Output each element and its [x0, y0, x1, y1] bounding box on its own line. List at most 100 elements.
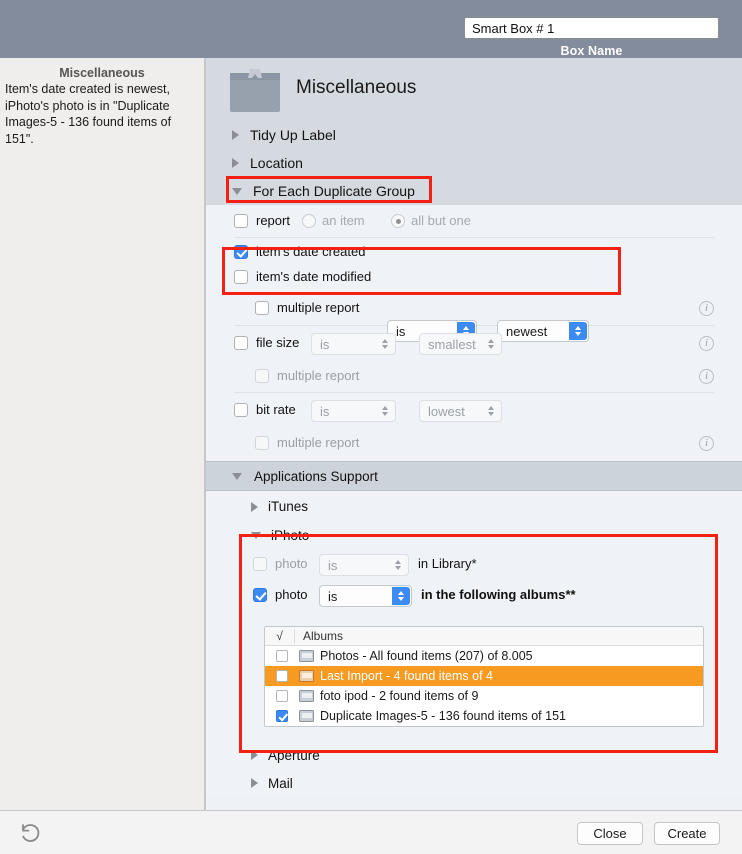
date-multiple-report-row: multiple report i [206, 291, 742, 325]
album-icon [299, 650, 314, 662]
chevron-updown-icon[interactable] [376, 402, 394, 420]
iphoto-albums-operator-select[interactable]: is [319, 585, 412, 607]
section-label: Applications Support [254, 468, 378, 484]
chevron-updown-icon[interactable] [392, 587, 410, 605]
album-icon [299, 710, 314, 722]
section-label: Tidy Up Label [250, 127, 336, 143]
smart-box-editor-window: Box Name Miscellaneous Item's date creat… [0, 0, 742, 854]
table-row[interactable]: Last Import - 4 found items of 4 [265, 666, 703, 686]
chevron-updown-icon[interactable] [482, 402, 500, 420]
box-name-caption: Box Name [560, 44, 623, 58]
chevron-right-icon[interactable] [251, 501, 258, 512]
file-size-checkbox[interactable] [234, 336, 248, 350]
iphoto-library-label: photo [275, 556, 308, 571]
chevron-down-icon[interactable] [232, 472, 242, 480]
multiple-report-checkbox[interactable] [255, 301, 269, 315]
bit-rate-label: bit rate [256, 402, 296, 417]
chevron-right-icon[interactable] [251, 778, 258, 788]
file-size-value-value: smallest [428, 336, 476, 352]
iphoto-library-suffix: in Library* [418, 556, 477, 571]
section-label: For Each Duplicate Group [253, 183, 415, 199]
chevron-down-icon[interactable] [232, 187, 242, 195]
applications-support-rows: iTunes iPhoto photo is in Library* photo… [206, 491, 742, 797]
album-checkbox[interactable] [276, 650, 288, 662]
info-icon[interactable]: i [699, 336, 714, 351]
date-modified-checkbox[interactable] [234, 270, 248, 284]
bit-rate-checkbox[interactable] [234, 403, 248, 417]
table-row[interactable]: Photos - All found items (207) of 8.005 [265, 646, 703, 666]
report-checkbox[interactable] [234, 214, 248, 228]
iphoto-library-operator-select[interactable]: is [319, 554, 409, 576]
report-row: report an item all but one [206, 205, 742, 237]
section-location[interactable]: Location [206, 149, 742, 177]
all-but-one-radio[interactable] [391, 214, 405, 228]
album-checkbox[interactable] [276, 690, 288, 702]
footer-bar: Close Create [0, 810, 742, 854]
table-row[interactable]: Duplicate Images-5 - 136 found items of … [265, 706, 703, 726]
album-checkbox-cell[interactable] [265, 710, 299, 722]
chevron-right-icon[interactable] [232, 130, 239, 140]
album-checkbox-cell[interactable] [265, 650, 299, 662]
bit-rate-value-select[interactable]: lowest [419, 400, 502, 422]
iphoto-albums-row: photo is in the following albums** [206, 580, 742, 611]
bit-rate-row: bit rate is lowest [206, 393, 742, 427]
sidebar-description: Item's date created is newest, iPhoto's … [5, 82, 172, 146]
iphoto-albums-checkbox[interactable] [253, 588, 267, 602]
an-item-label: an item [322, 213, 365, 228]
undo-arrow-icon[interactable] [18, 821, 42, 845]
bit-rate-operator-value: is [320, 403, 330, 419]
iphoto-library-row: photo is in Library* [206, 548, 742, 580]
report-label: report [256, 213, 290, 228]
create-button[interactable]: Create [654, 822, 720, 845]
file-size-operator-value: is [320, 336, 330, 352]
section-label: Location [250, 155, 303, 171]
album-name: foto ipod - 2 found items of 9 [320, 689, 479, 703]
an-item-radio[interactable] [302, 214, 316, 228]
box-icon [230, 69, 280, 112]
albums-table[interactable]: √ Albums Photos - All found items (207) … [264, 626, 704, 727]
summary-sidebar: Miscellaneous Item's date created is new… [0, 58, 205, 810]
app-iphoto[interactable]: iPhoto [206, 522, 742, 548]
duplicate-group-rows: report an item all but one item's date c… [206, 205, 742, 461]
chevron-updown-icon[interactable] [482, 335, 500, 353]
album-checkbox[interactable] [276, 670, 288, 682]
box-name-input[interactable] [464, 17, 719, 39]
app-label: Aperture [268, 747, 320, 763]
album-name: Last Import - 4 found items of 4 [320, 669, 493, 683]
app-mail[interactable]: Mail [206, 769, 742, 797]
section-for-each-duplicate-group[interactable]: For Each Duplicate Group [206, 177, 742, 205]
title-bar: Box Name [0, 0, 742, 58]
iphoto-albums-label: photo [275, 587, 308, 602]
table-row[interactable]: foto ipod - 2 found items of 9 [265, 686, 703, 706]
info-icon[interactable]: i [699, 436, 714, 451]
app-label: Mail [268, 775, 293, 791]
chevron-right-icon[interactable] [251, 750, 258, 760]
iphoto-library-checkbox[interactable] [253, 557, 267, 571]
section-applications-support[interactable]: Applications Support [206, 461, 742, 491]
chevron-updown-icon[interactable] [376, 335, 394, 353]
multiple-report-label: multiple report [277, 435, 360, 450]
album-checkbox-cell[interactable] [265, 690, 299, 702]
multiple-report-checkbox[interactable] [255, 436, 269, 450]
chevron-updown-icon[interactable] [389, 556, 407, 574]
album-checkbox-cell[interactable] [265, 670, 299, 682]
sidebar-title: Miscellaneous [59, 66, 145, 80]
app-aperture[interactable]: Aperture [206, 741, 742, 769]
date-created-checkbox[interactable] [234, 245, 248, 259]
chevron-right-icon[interactable] [232, 158, 239, 168]
file-size-value-select[interactable]: smallest [419, 333, 502, 355]
info-icon[interactable]: i [699, 369, 714, 384]
iphoto-library-operator-value: is [328, 557, 338, 573]
close-button[interactable]: Close [577, 822, 643, 845]
multiple-report-checkbox[interactable] [255, 369, 269, 383]
file-size-operator-select[interactable]: is [311, 333, 396, 355]
iphoto-albums-suffix: in the following albums** [421, 587, 576, 602]
main-panel: Miscellaneous Tidy Up Label Location For… [205, 58, 742, 810]
chevron-down-icon[interactable] [251, 531, 261, 539]
album-checkbox[interactable] [276, 710, 288, 722]
info-icon[interactable]: i [699, 301, 714, 316]
bit-rate-operator-select[interactable]: is [311, 400, 396, 422]
section-tidy-up-label[interactable]: Tidy Up Label [206, 121, 742, 149]
app-itunes[interactable]: iTunes [206, 491, 742, 522]
albums-table-header: √ Albums [265, 627, 703, 646]
